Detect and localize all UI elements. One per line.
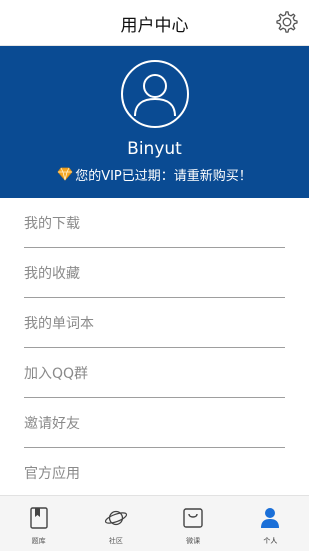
vip-status[interactable]: 您的VIP已过期：请重新购买！ <box>0 165 309 184</box>
top-bar: 用户中心 <box>0 0 309 46</box>
menu-item-wordbook[interactable]: 我的单词本 <box>24 298 285 348</box>
book-icon <box>29 507 48 529</box>
tab-label: 个人 <box>263 537 278 545</box>
tab-question-bank[interactable]: 题库 <box>0 496 77 551</box>
gear-icon <box>276 11 298 33</box>
settings-button[interactable] <box>273 8 301 36</box>
tab-micro-course[interactable]: 微课 <box>155 496 232 551</box>
user-avatar-icon <box>134 74 176 117</box>
menu-item-label: 我的单词本 <box>24 315 94 332</box>
menu-item-favorites[interactable]: 我的收藏 <box>24 248 285 298</box>
tab-personal[interactable]: 个人 <box>232 496 309 551</box>
menu-item-join-qq-group[interactable]: 加入QQ群 <box>24 348 285 398</box>
person-icon <box>261 508 280 528</box>
menu-item-label: 邀请好友 <box>24 415 80 432</box>
menu-item-official-apps[interactable]: 官方应用 <box>24 448 285 498</box>
menu-item-invite-friends[interactable]: 邀请好友 <box>24 398 285 448</box>
bottom-tab-bar: 题库 社区 微课 个人 <box>0 495 309 551</box>
menu-item-label: 官方应用 <box>24 466 80 482</box>
planet-icon <box>104 510 127 526</box>
menu-list: 我的下载 我的收藏 我的单词本 加入QQ群 邀请好友 官方应用 <box>0 198 309 498</box>
tab-label: 社区 <box>108 537 123 545</box>
menu-item-label: 我的收藏 <box>24 265 80 282</box>
page-title: 用户中心 <box>120 16 189 36</box>
menu-item-downloads[interactable]: 我的下载 <box>24 198 285 248</box>
tab-community[interactable]: 社区 <box>77 496 154 551</box>
menu-item-label: 我的下载 <box>24 215 80 232</box>
profile-banner: Binyut 您的VIP已过期：请重新购买！ <box>0 46 309 198</box>
diamond-icon <box>57 167 73 181</box>
avatar[interactable] <box>121 60 189 128</box>
bag-icon <box>183 508 203 528</box>
tab-label: 微课 <box>186 537 201 545</box>
vip-status-text: 您的VIP已过期：请重新购买！ <box>75 168 252 184</box>
tab-label: 题库 <box>31 537 46 545</box>
menu-item-label: 加入QQ群 <box>24 365 89 382</box>
username: Binyut <box>127 139 182 159</box>
